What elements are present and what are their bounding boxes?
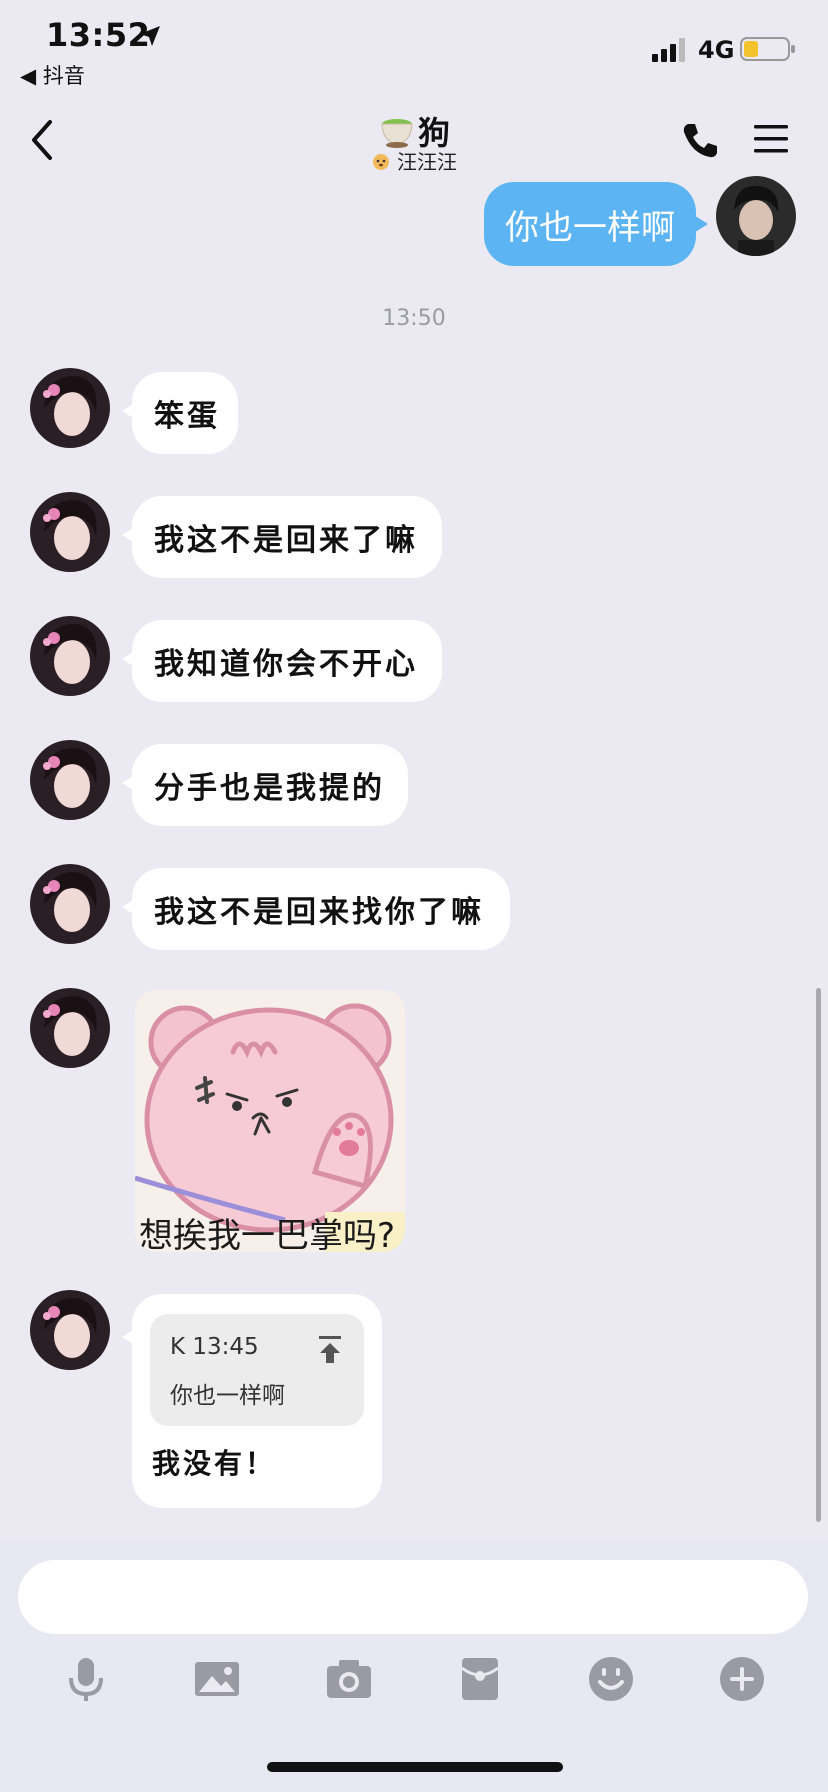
status-bar: 13:52 ◀ 抖音 4G <box>0 0 828 100</box>
location-arrow-icon <box>140 26 160 46</box>
menu-icon[interactable] <box>752 122 790 156</box>
phone-icon[interactable] <box>680 120 720 160</box>
received-message-bubble[interactable]: 分手也是我提的 <box>122 744 408 826</box>
network-type: 4G <box>698 36 735 64</box>
plus-icon[interactable] <box>717 1654 767 1704</box>
contact-avatar-image <box>30 740 110 820</box>
received-message-bubble[interactable]: 我知道你会不开心 <box>122 620 442 702</box>
chat-header: 狗 汪汪汪 <box>0 100 828 186</box>
received-message-bubble[interactable]: 我这不是回来找你了嘛 <box>122 868 510 950</box>
contact-avatar[interactable] <box>30 368 110 448</box>
contact-avatar[interactable] <box>30 740 110 820</box>
contact-avatar[interactable] <box>30 988 110 1068</box>
red-packet-icon[interactable] <box>455 1654 505 1704</box>
sent-message-bubble[interactable]: 你也一样啊 <box>484 182 708 266</box>
contact-avatar[interactable] <box>30 616 110 696</box>
contact-avatar-image <box>30 988 110 1068</box>
sticker-caption: 想挨我一巴掌吗? <box>139 1216 396 1252</box>
contact-avatar-image <box>30 1290 110 1370</box>
battery-icon <box>740 37 795 61</box>
jump-to-message-icon[interactable] <box>316 1334 344 1364</box>
chat-subtitle-text: 汪汪汪 <box>397 150 457 174</box>
image-icon[interactable] <box>192 1654 242 1704</box>
home-indicator[interactable] <box>267 1762 563 1772</box>
quoted-text: 你也一样啊 <box>170 1383 285 1409</box>
received-message-bubble[interactable]: 我这不是回来了嘛 <box>122 496 442 578</box>
contact-avatar[interactable] <box>30 1290 110 1370</box>
bear-sticker-message[interactable]: 想挨我一巴掌吗? <box>135 990 405 1252</box>
contact-avatar[interactable] <box>30 864 110 944</box>
contact-avatar[interactable] <box>30 492 110 572</box>
timestamp: 13:50 <box>382 306 446 331</box>
quoted-header: K 13:45 <box>170 1334 259 1360</box>
dog-face-icon <box>373 153 389 170</box>
my-avatar[interactable] <box>716 176 796 256</box>
scrollbar[interactable] <box>816 988 821 1522</box>
reply-text: 我没有！ <box>152 1447 277 1480</box>
microphone-icon[interactable] <box>61 1654 111 1704</box>
camera-icon[interactable] <box>324 1654 374 1704</box>
contact-avatar-image <box>30 368 110 448</box>
contact-avatar-image <box>30 864 110 944</box>
contact-avatar-image <box>30 616 110 696</box>
input-area <box>0 1540 828 1792</box>
quoted-message[interactable]: K 13:45 你也一样啊 <box>150 1314 364 1426</box>
contact-avatar-image <box>30 492 110 572</box>
signal-icon <box>652 38 685 62</box>
received-message-bubble[interactable]: 笨蛋 <box>122 372 238 454</box>
my-avatar-image <box>716 176 796 256</box>
back-to-app-link[interactable]: ◀ 抖音 <box>20 60 85 90</box>
status-time: 13:52 <box>46 16 151 54</box>
message-input[interactable] <box>18 1560 808 1634</box>
quote-reply-bubble[interactable]: K 13:45 你也一样啊 我没有！ <box>122 1294 382 1508</box>
tea-cup-icon <box>381 119 413 148</box>
emoji-icon[interactable] <box>586 1654 636 1704</box>
